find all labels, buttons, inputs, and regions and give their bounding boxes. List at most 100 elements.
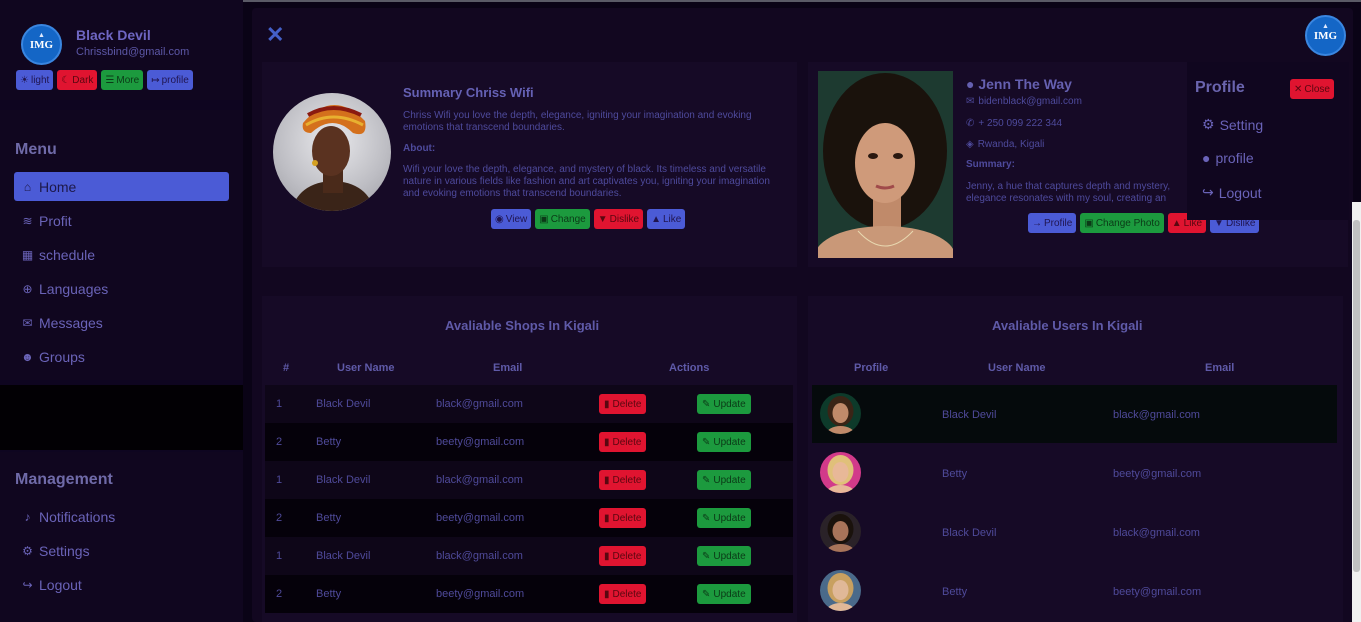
envelope-icon: ✉ bbox=[966, 96, 975, 107]
home-icon: ⌂ bbox=[23, 179, 32, 194]
user-row-username: Black Devil bbox=[942, 527, 997, 539]
edit-icon: ✎ bbox=[702, 398, 711, 410]
shop-row-number: 1 bbox=[276, 398, 283, 410]
edit-icon: ✎ bbox=[702, 474, 711, 486]
bell-icon: ♪ bbox=[24, 509, 31, 524]
users-header-username: User Name bbox=[988, 362, 1046, 374]
shop-row-email: beety@gmail.com bbox=[436, 588, 525, 600]
user-logo-avatar[interactable]: IMG bbox=[21, 24, 62, 65]
delete-button[interactable]: ▮ Delete bbox=[599, 508, 647, 528]
dark-theme-button[interactable]: ☾ Dark bbox=[57, 70, 98, 90]
delete-button[interactable]: ▮ Delete bbox=[599, 584, 647, 604]
change-button[interactable]: ▣ Change bbox=[535, 209, 590, 229]
trash-icon: ▮ bbox=[604, 588, 610, 600]
update-button[interactable]: ✎ Update bbox=[697, 470, 751, 490]
dropdown-item-profile[interactable]: ● profile bbox=[1202, 150, 1254, 166]
user-row-email: black@gmail.com bbox=[1113, 409, 1200, 421]
dropdown-title: Profile bbox=[1195, 79, 1245, 96]
brand-logo[interactable]: IMG bbox=[1305, 15, 1346, 56]
theme-button-group: ☀ light ☾ Dark ☰ More ↦ profile bbox=[16, 70, 193, 90]
dropdown-close-button[interactable]: ✕ Close bbox=[1290, 79, 1334, 99]
shop-row-email: black@gmail.com bbox=[436, 398, 523, 410]
bars-icon: ☰ bbox=[105, 74, 115, 86]
view-button[interactable]: ◉ View bbox=[491, 209, 532, 229]
summary-intro: Chriss Wifi you love the depth, elegance… bbox=[403, 110, 752, 133]
edit-icon: ✎ bbox=[702, 436, 711, 448]
gear-icon: ⚙ bbox=[22, 543, 33, 558]
globe-icon: ⊕ bbox=[22, 281, 33, 296]
menu-item-logout[interactable]: ↪ Logout bbox=[14, 570, 229, 599]
close-icon: ✕ bbox=[1294, 83, 1303, 95]
chat-icon: ✉ bbox=[22, 315, 33, 330]
about-label: About: bbox=[403, 143, 436, 154]
delete-button[interactable]: ▮ Delete bbox=[599, 546, 647, 566]
user-avatar bbox=[820, 452, 861, 493]
delete-button[interactable]: ▮ Delete bbox=[599, 432, 647, 452]
trash-icon: ▮ bbox=[604, 550, 610, 562]
profile-button[interactable]: ↦ profile bbox=[147, 70, 193, 90]
person-profile-button[interactable]: → Profile bbox=[1028, 213, 1077, 233]
sidebar-divider bbox=[0, 385, 243, 450]
users-header-profile: Profile bbox=[854, 362, 889, 374]
location-icon: ◈ bbox=[966, 139, 974, 150]
dropdown-item-setting[interactable]: ⚙ Setting bbox=[1202, 116, 1263, 133]
person-portrait bbox=[818, 71, 953, 258]
menu-item-schedule[interactable]: ▦ schedule bbox=[14, 240, 229, 269]
menu-item-groups[interactable]: ☻ Groups bbox=[14, 342, 229, 371]
camera-icon: ▣ bbox=[539, 213, 549, 225]
moon-icon: ☾ bbox=[61, 74, 71, 86]
menu-item-messages[interactable]: ✉ Messages bbox=[14, 308, 229, 337]
trash-icon: ▮ bbox=[604, 436, 610, 448]
person-summary: Jenny, a hue that captures depth and mys… bbox=[966, 181, 1171, 204]
menu-item-notifications[interactable]: ♪ Notifications bbox=[14, 502, 229, 531]
shop-row-number: 2 bbox=[276, 588, 283, 600]
page-scrollbar-thumb[interactable] bbox=[1353, 220, 1360, 572]
like-button[interactable]: ▲ Like bbox=[647, 209, 686, 229]
shops-header-username: User Name bbox=[337, 362, 395, 374]
user-avatar bbox=[820, 511, 861, 552]
sun-icon: ☀ bbox=[20, 74, 29, 86]
more-button[interactable]: ☰ More bbox=[101, 70, 144, 90]
about-text: Wifi your love the depth, elegance, and … bbox=[403, 164, 770, 199]
shop-row-number: 2 bbox=[276, 512, 283, 524]
trash-icon: ▮ bbox=[604, 474, 610, 486]
table-row bbox=[812, 503, 1337, 561]
dislike-button[interactable]: ▼ Dislike bbox=[593, 209, 644, 229]
thumbs-up-icon: ▲ bbox=[1171, 217, 1182, 229]
dropdown-item-logout[interactable]: ↪ Logout bbox=[1202, 184, 1262, 201]
change-photo-button[interactable]: ▣ Change Photo bbox=[1080, 213, 1164, 233]
close-panel-icon[interactable]: ✕ bbox=[266, 22, 284, 48]
edit-icon: ✎ bbox=[702, 588, 711, 600]
table-row bbox=[812, 444, 1337, 502]
update-button[interactable]: ✎ Update bbox=[697, 584, 751, 604]
delete-button[interactable]: ▮ Delete bbox=[599, 394, 647, 414]
update-button[interactable]: ✎ Update bbox=[697, 432, 751, 452]
coins-icon: ≋ bbox=[22, 213, 33, 228]
eye-icon: ◉ bbox=[495, 213, 504, 225]
menu-item-settings[interactable]: ⚙ Settings bbox=[14, 536, 229, 565]
edit-icon: ✎ bbox=[702, 512, 711, 524]
delete-button[interactable]: ▮ Delete bbox=[599, 470, 647, 490]
user-row-username: Betty bbox=[942, 468, 968, 480]
user-avatar bbox=[820, 393, 861, 434]
person-name: ● Jenn The Way bbox=[966, 76, 1072, 92]
thumbs-up-icon: ▲ bbox=[651, 213, 661, 225]
menu-item-languages[interactable]: ⊕ Languages bbox=[14, 274, 229, 303]
menu-item-home[interactable]: ⌂ Home bbox=[14, 172, 229, 201]
shop-row-email: black@gmail.com bbox=[436, 474, 523, 486]
menu-item-profit[interactable]: ≋ Profit bbox=[14, 206, 229, 235]
logout-icon: ↪ bbox=[22, 577, 33, 592]
person-location-row: ◈ Rwanda, Kigali bbox=[966, 139, 1045, 150]
shop-row-username: Black Devil bbox=[316, 398, 371, 410]
user-avatar bbox=[820, 570, 861, 611]
update-button[interactable]: ✎ Update bbox=[697, 546, 751, 566]
update-button[interactable]: ✎ Update bbox=[697, 394, 751, 414]
shop-row-username: Betty bbox=[316, 436, 342, 448]
user-row-email: black@gmail.com bbox=[1113, 527, 1200, 539]
shop-row-username: Betty bbox=[316, 512, 342, 524]
arrow-right-icon: → bbox=[1032, 217, 1042, 229]
user-row-email: beety@gmail.com bbox=[1113, 586, 1202, 598]
person-summary-label: Summary: bbox=[966, 159, 1015, 170]
light-theme-button[interactable]: ☀ light bbox=[16, 70, 54, 90]
update-button[interactable]: ✎ Update bbox=[697, 508, 751, 528]
